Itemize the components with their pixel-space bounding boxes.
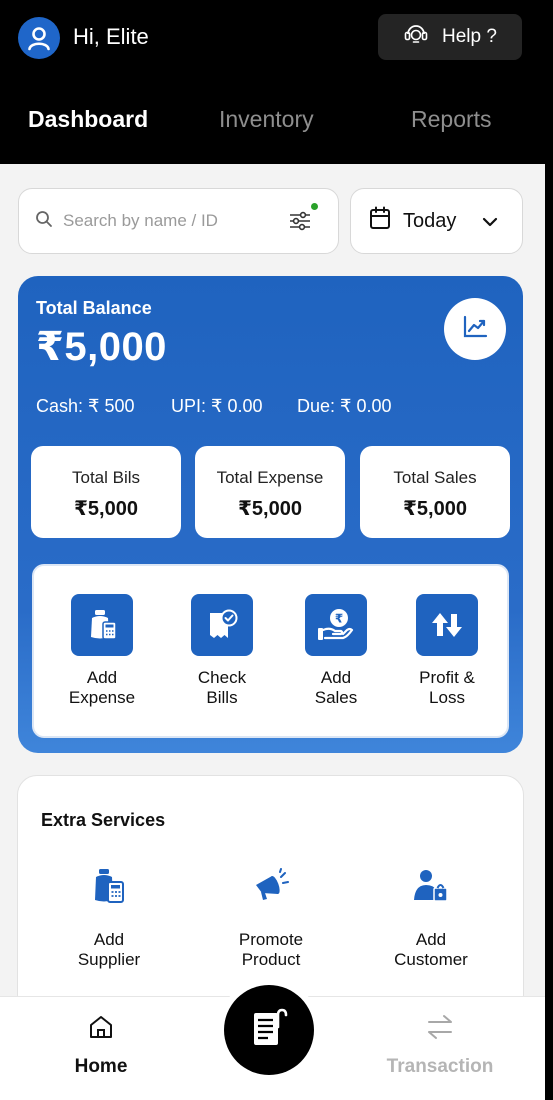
stat-value: ₹5,000 [74, 498, 138, 520]
action-label: Add Expense [68, 668, 136, 707]
total-expense-card[interactable]: Total Expense ₹5,000 [195, 446, 345, 538]
check-bills-button[interactable]: Check Bills [172, 594, 272, 708]
extra-services-title: Extra Services [41, 810, 166, 830]
nav-transaction-label: Transaction [386, 1056, 494, 1077]
nav-transaction[interactable]: Transaction [380, 1013, 500, 1078]
search-box[interactable] [18, 188, 339, 254]
service-label: Promote Product [238, 930, 304, 969]
expense-wallet-icon [71, 594, 133, 656]
action-label: Add Sales [314, 668, 358, 707]
app-header: Hi, Elite Help ? Dashboard Inventory Rep… [0, 0, 545, 164]
action-label: Profit & Loss [419, 668, 475, 707]
add-customer-button[interactable]: Add Customer [361, 866, 501, 970]
search-icon [35, 210, 53, 233]
stat-label: Total Bils [71, 468, 141, 487]
support-headset-icon [402, 22, 430, 52]
trend-chart-icon [462, 315, 488, 344]
home-icon [87, 1016, 115, 1045]
cash-amount: Cash: ₹ 500 [36, 396, 135, 416]
search-input[interactable] [63, 211, 273, 231]
greeting-text: Hi, Elite [73, 24, 149, 49]
chart-button[interactable] [444, 298, 506, 360]
create-bill-button[interactable] [224, 985, 314, 1075]
billing-document-icon [246, 1005, 292, 1056]
total-bills-card[interactable]: Total Bils ₹5,000 [31, 446, 181, 538]
balance-label: Total Balance [36, 298, 152, 318]
total-sales-card[interactable]: Total Sales ₹5,000 [360, 446, 510, 538]
action-label: Check Bills [197, 668, 247, 707]
upi-amount: UPI: ₹ 0.00 [171, 396, 263, 416]
transfer-arrows-icon [425, 1015, 455, 1045]
help-button[interactable]: Help ? [378, 14, 522, 60]
user-avatar-icon[interactable] [18, 17, 60, 59]
chevron-down-icon [482, 210, 498, 233]
app-screen: Hi, Elite Help ? Dashboard Inventory Rep… [0, 0, 545, 1100]
screen-edge [545, 0, 553, 1100]
service-label: Add Customer [394, 930, 468, 969]
profit-loss-button[interactable]: Profit & Loss [397, 594, 497, 708]
filter-active-indicator [311, 203, 318, 210]
svg-text:₹: ₹ [335, 612, 343, 626]
date-filter-value: Today [403, 209, 457, 232]
rupee-hand-icon: ₹ [305, 594, 367, 656]
calendar-icon [369, 206, 391, 236]
add-sales-button[interactable]: ₹ Add Sales [286, 594, 386, 708]
add-expense-button[interactable]: Add Expense [52, 594, 152, 708]
megaphone-icon [201, 866, 341, 906]
balance-amount: ₹5,000 [36, 325, 167, 369]
bill-check-icon [191, 594, 253, 656]
due-amount: Due: ₹ 0.00 [297, 396, 392, 416]
supplier-icon [39, 866, 179, 906]
total-balance-card: Total Balance ₹5,000 Cash: ₹ 500 UPI: ₹ … [18, 276, 523, 753]
stat-value: ₹5,000 [238, 498, 302, 520]
nav-home[interactable]: Home [41, 1013, 161, 1078]
nav-home-label: Home [74, 1056, 128, 1077]
add-supplier-button[interactable]: Add Supplier [39, 866, 179, 970]
tab-reports[interactable]: Reports [411, 106, 492, 133]
tab-dashboard[interactable]: Dashboard [28, 106, 148, 133]
stat-label: Total Expense [216, 468, 324, 487]
date-filter-dropdown[interactable]: Today [350, 188, 523, 254]
up-down-arrows-icon [416, 594, 478, 656]
quick-actions-panel: Add Expense Check Bills ₹ Add Sales Prof… [32, 564, 509, 738]
stat-label: Total Sales [393, 468, 477, 487]
promote-product-button[interactable]: Promote Product [201, 866, 341, 970]
filter-sliders-icon[interactable] [288, 209, 312, 238]
service-label: Add Supplier [77, 930, 141, 969]
customer-icon [361, 866, 501, 906]
help-label: Help ? [442, 26, 497, 47]
stat-value: ₹5,000 [403, 498, 467, 520]
tab-inventory[interactable]: Inventory [219, 106, 314, 133]
